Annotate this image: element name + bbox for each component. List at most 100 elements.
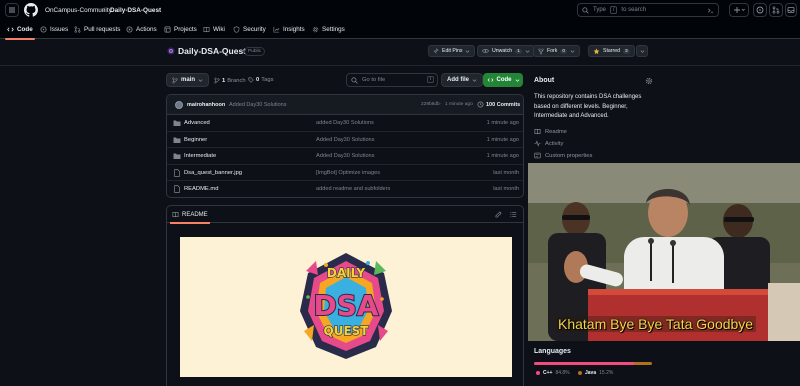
inbox-button[interactable] <box>785 3 797 17</box>
table-row[interactable]: Advanced added Day30 Solutions 1 minute … <box>167 115 523 132</box>
sidebar-link-readme[interactable]: Readme <box>534 128 567 135</box>
list-icon[interactable] <box>510 211 517 218</box>
fork-button[interactable]: Fork 0 <box>533 45 581 57</box>
gear-icon[interactable] <box>645 77 653 85</box>
unwatch-button[interactable]: Unwatch 1 <box>477 45 535 57</box>
top-header: OnCampus-Community / Daily-DSA-Quest Typ… <box>0 0 800 22</box>
file-name[interactable]: Intermediate <box>184 153 216 159</box>
branches-count: 1 <box>222 77 226 84</box>
languages-title: Languages <box>534 348 571 355</box>
book-icon <box>172 212 179 218</box>
language-color-dot <box>536 371 540 375</box>
languages-bar <box>534 362 652 365</box>
commit-author[interactable]: mairohanhoon <box>187 102 225 108</box>
commit-hash[interactable]: 229b8db <box>421 102 440 107</box>
fork-count: 0 <box>560 48 568 54</box>
visibility-badge: Public <box>244 47 266 56</box>
folder-icon <box>173 120 181 126</box>
watch-count: 1 <box>515 48 522 54</box>
starred-button[interactable]: Starred 3 <box>588 45 635 57</box>
video-overlay: Khatam Bye Bye Tata Goodbye <box>528 163 800 341</box>
graph-icon <box>273 26 280 33</box>
issue-icon <box>40 26 47 33</box>
pull-requests-button[interactable] <box>769 3 783 17</box>
hamburger-icon <box>9 7 15 13</box>
language-item-java[interactable]: Java 15.2% <box>578 370 613 376</box>
tab-settings[interactable]: Settings <box>312 26 345 33</box>
table-row[interactable]: Beginner Added Day30 Solutions 1 minute … <box>167 132 523 148</box>
folder-icon <box>173 153 181 159</box>
github-logo-icon[interactable] <box>24 3 38 17</box>
tab-wiki-label: Wiki <box>213 26 225 33</box>
issues-button[interactable] <box>753 3 767 17</box>
chevron-down-icon <box>198 78 203 82</box>
shield-icon <box>233 26 240 33</box>
tags-link[interactable]: 0 Tags <box>248 77 273 83</box>
language-item-cpp[interactable]: C++ 84.8% <box>536 370 570 376</box>
fork-icon <box>538 48 544 54</box>
branch-icon <box>214 77 220 84</box>
readme-tab[interactable]: README <box>170 211 210 224</box>
chevron-down-icon <box>466 49 470 53</box>
avatar[interactable] <box>175 101 183 109</box>
sidebar-link-label: Readme <box>545 128 567 135</box>
pencil-icon[interactable] <box>495 211 502 218</box>
commit-separator: · <box>440 102 442 107</box>
file-commit-message[interactable]: Added Day30 Solutions <box>316 137 374 143</box>
table-row[interactable]: Dsa_quest_banner.jpg [ImgBot] Optimize i… <box>167 165 523 181</box>
breadcrumb-repo[interactable]: Daily-DSA-Quest <box>110 7 161 14</box>
search-input[interactable]: Type / to search <box>577 3 719 17</box>
tab-security[interactable]: Security <box>233 26 266 33</box>
breadcrumb-owner[interactable]: OnCampus-Community <box>45 7 112 14</box>
pull-request-icon <box>74 26 81 33</box>
pull-request-icon <box>772 6 780 14</box>
file-commit-message[interactable]: Added Day30 Solutions <box>316 153 374 159</box>
readme-panel: README DAILY DSA QUEST <box>166 205 524 386</box>
history-icon <box>477 101 484 108</box>
file-browser: mairohanhoon Added Day30 Solutions 229b8… <box>166 94 524 198</box>
commit-message[interactable]: Added Day30 Solutions <box>229 102 286 108</box>
go-to-file-input[interactable]: Go to file t <box>346 73 438 87</box>
table-row[interactable]: Intermediate Added Day30 Solutions 1 min… <box>167 148 523 165</box>
tab-projects-label: Projects <box>174 26 197 33</box>
file-name[interactable]: Beginner <box>184 137 207 143</box>
search-shortcut-key: / <box>610 6 618 14</box>
tab-settings-label: Settings <box>322 26 345 33</box>
tab-projects[interactable]: Projects <box>164 26 197 33</box>
file-commit-message[interactable]: added readme and subfolders <box>316 186 390 192</box>
tab-issues[interactable]: Issues <box>40 26 68 33</box>
menu-button[interactable] <box>5 3 19 17</box>
tab-actions[interactable]: Actions <box>126 26 157 33</box>
tab-insights[interactable]: Insights <box>273 26 305 33</box>
chevron-down-icon <box>515 78 519 82</box>
tab-code[interactable]: Code <box>5 26 35 40</box>
branches-link[interactable]: 1 Branch <box>214 77 246 84</box>
edit-pins-button[interactable]: Edit Pins <box>428 45 476 57</box>
sidebar-link-custom-properties[interactable]: Custom properties <box>534 152 592 159</box>
table-row[interactable]: README.md added readme and subfolders la… <box>167 181 523 197</box>
command-palette-icon[interactable] <box>707 7 714 14</box>
file-commit-message[interactable]: [ImgBot] Optimize images <box>316 170 380 176</box>
file-name[interactable]: README.md <box>184 186 218 192</box>
search-placeholder-pre: Type <box>593 7 607 13</box>
branch-selector[interactable]: main <box>166 73 210 87</box>
file-commit-message[interactable]: added Day30 Solutions <box>316 120 374 126</box>
code-button[interactable]: Code <box>483 73 523 87</box>
tab-wiki[interactable]: Wiki <box>203 26 225 33</box>
add-file-button[interactable]: Add file <box>441 73 483 87</box>
file-name[interactable]: Advanced <box>184 120 210 126</box>
language-color-dot <box>578 371 582 375</box>
tab-pull-requests[interactable]: Pull requests <box>74 26 120 33</box>
readme-tab-label: README <box>182 211 208 218</box>
tab-pull-requests-label: Pull requests <box>84 26 121 33</box>
commits-count-link[interactable]: 100 Commits <box>486 102 520 108</box>
plus-caret-icon <box>734 7 745 13</box>
language-percent: 84.8% <box>555 370 570 376</box>
tab-security-label: Security <box>243 26 266 33</box>
repo-title[interactable]: Daily-DSA-Quest <box>178 46 246 56</box>
create-new-button[interactable] <box>729 3 749 17</box>
star-lists-button[interactable] <box>636 45 648 57</box>
file-name[interactable]: Dsa_quest_banner.jpg <box>184 170 242 176</box>
sidebar-link-activity[interactable]: Activity <box>534 140 563 147</box>
sidebar-link-label: Custom properties <box>545 152 593 159</box>
